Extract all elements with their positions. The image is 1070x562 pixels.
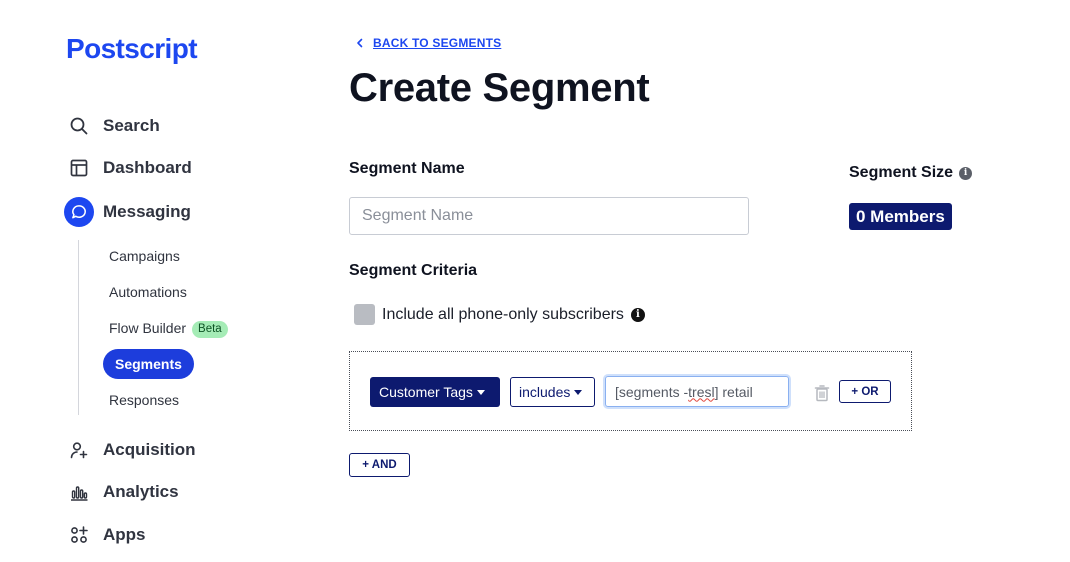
search-icon bbox=[64, 111, 94, 141]
info-icon[interactable]: i bbox=[630, 307, 645, 322]
sidebar: Postscript Search Dashboard Messaging Ca… bbox=[0, 0, 300, 562]
page-title: Create Segment bbox=[349, 66, 650, 110]
bar-chart-icon bbox=[64, 477, 94, 507]
sidebar-subitem-segments[interactable]: Segments bbox=[103, 349, 194, 379]
sidebar-item-label: Analytics bbox=[103, 482, 179, 501]
segment-size-label: Segment Size bbox=[849, 164, 954, 181]
value-text-misspelled: tresl bbox=[688, 383, 715, 400]
sidebar-item-search[interactable]: Search bbox=[64, 111, 160, 141]
sidebar-item-label: Acquisition bbox=[103, 440, 196, 459]
beta-badge: Beta bbox=[192, 320, 228, 338]
value-text-suffix: ] retail bbox=[714, 383, 753, 400]
postscript-logo[interactable]: Postscript bbox=[66, 33, 198, 65]
sidebar-item-messaging[interactable]: Messaging bbox=[64, 197, 191, 227]
criteria-value-input[interactable]: [segments - tresl] retail bbox=[605, 376, 789, 407]
submenu-divider bbox=[78, 240, 79, 415]
caret-down-icon bbox=[574, 389, 583, 395]
sidebar-item-label: Dashboard bbox=[103, 158, 192, 177]
info-icon[interactable]: i bbox=[959, 166, 973, 180]
sidebar-item-apps[interactable]: Apps bbox=[64, 520, 146, 550]
sidebar-item-label: Apps bbox=[103, 525, 146, 544]
segment-name-label: Segment Name bbox=[349, 160, 465, 177]
chat-bubble-icon bbox=[64, 197, 94, 227]
sidebar-item-analytics[interactable]: Analytics bbox=[64, 477, 179, 507]
apps-icon bbox=[64, 520, 94, 550]
value-text-prefix: [segments - bbox=[615, 383, 689, 400]
back-link-label: BACK TO SEGMENTS bbox=[373, 36, 502, 50]
trash-icon[interactable] bbox=[813, 384, 831, 402]
members-count-badge: 0 Members bbox=[849, 203, 952, 230]
operator-dropdown[interactable]: includes bbox=[510, 377, 595, 407]
sidebar-item-dashboard[interactable]: Dashboard bbox=[64, 153, 192, 183]
phone-only-label: Include all phone-only subscribers bbox=[382, 305, 624, 323]
phone-only-checkbox[interactable] bbox=[354, 304, 375, 325]
add-user-icon bbox=[64, 435, 94, 465]
sidebar-subitem-responses[interactable]: Responses bbox=[109, 390, 179, 410]
dashboard-icon bbox=[64, 153, 94, 183]
segment-name-input[interactable] bbox=[349, 197, 749, 235]
sidebar-subitem-campaigns[interactable]: Campaigns bbox=[109, 246, 180, 266]
add-and-button[interactable]: + AND bbox=[349, 453, 410, 477]
sidebar-item-label: Search bbox=[103, 116, 160, 135]
operator-dropdown-label: includes bbox=[519, 384, 571, 400]
segment-size-header: Segment Size i bbox=[849, 164, 973, 182]
sidebar-item-label: Messaging bbox=[103, 202, 191, 221]
segment-criteria-label: Segment Criteria bbox=[349, 262, 478, 279]
sidebar-subitem-label: Flow Builder bbox=[109, 320, 187, 336]
sidebar-subitem-automations[interactable]: Automations bbox=[109, 282, 187, 302]
chevron-left-icon bbox=[355, 38, 369, 48]
phone-only-row: Include all phone-only subscribers i bbox=[354, 304, 645, 325]
back-to-segments-link[interactable]: BACK TO SEGMENTS bbox=[355, 36, 501, 50]
field-dropdown-label: Customer Tags bbox=[379, 384, 473, 400]
field-dropdown[interactable]: Customer Tags bbox=[370, 377, 500, 407]
add-or-button[interactable]: + OR bbox=[839, 380, 891, 403]
sidebar-item-acquisition[interactable]: Acquisition bbox=[64, 435, 196, 465]
caret-down-icon bbox=[476, 389, 485, 395]
sidebar-subitem-flow-builder[interactable]: Flow Builder Beta bbox=[109, 318, 228, 338]
